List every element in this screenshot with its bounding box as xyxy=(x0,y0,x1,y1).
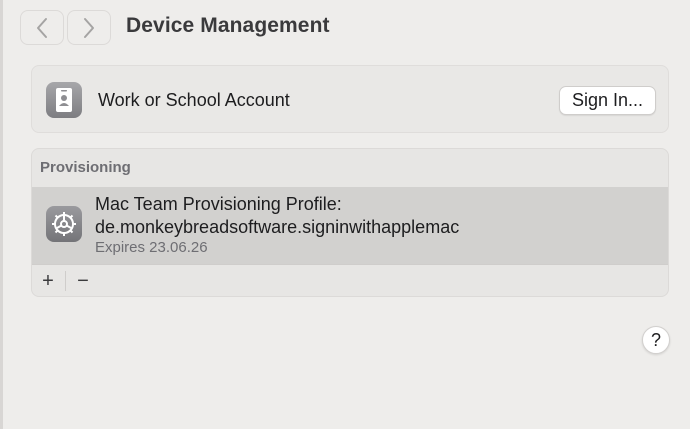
provisioning-panel: Provisioning Mac Team Provisioning Profi… xyxy=(31,148,669,297)
page-title: Device Management xyxy=(126,14,330,37)
remove-button[interactable]: − xyxy=(68,268,98,294)
divider xyxy=(65,271,66,291)
list-item[interactable]: Mac Team Provisioning Profile: de.monkey… xyxy=(32,187,668,264)
id-badge-icon xyxy=(46,82,82,118)
divider xyxy=(32,264,668,265)
provisioning-header: Provisioning xyxy=(40,159,131,176)
help-button[interactable]: ? xyxy=(642,326,670,354)
chevron-left-icon xyxy=(37,17,47,38)
sign-in-button[interactable]: Sign In... xyxy=(558,86,656,115)
profile-name-line2: de.monkeybreadsoftware.signinwithapplema… xyxy=(95,217,460,237)
profile-name-line1: Mac Team Provisioning Profile: xyxy=(95,194,342,214)
account-label: Work or School Account xyxy=(98,90,290,110)
window-edge xyxy=(0,0,3,429)
forward-button[interactable] xyxy=(67,10,111,45)
chevron-right-icon xyxy=(84,17,94,38)
profile-expiry: Expires 23.06.26 xyxy=(95,239,208,256)
account-card: Work or School Account Sign In... xyxy=(31,65,669,133)
back-button[interactable] xyxy=(20,10,64,45)
add-button[interactable]: + xyxy=(33,268,63,294)
gear-icon xyxy=(46,206,82,242)
profile-name: Mac Team Provisioning Profile: de.monkey… xyxy=(95,193,459,239)
